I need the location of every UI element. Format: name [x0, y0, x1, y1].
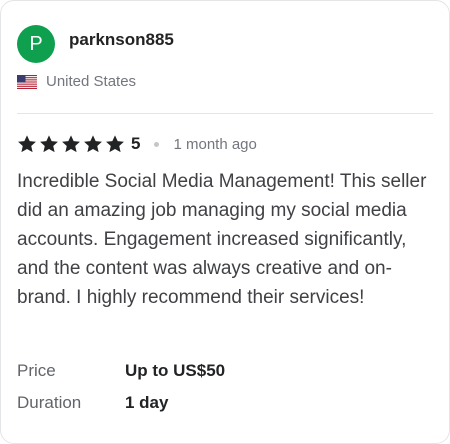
reviewer-header: P parknson885 — [17, 25, 174, 63]
duration-label: Duration — [17, 393, 82, 412]
country-name: United States — [46, 73, 137, 90]
reviewer-username[interactable]: parknson885 — [69, 30, 174, 50]
star-icon — [62, 135, 80, 153]
price-row: Price Up to US$50 — [17, 361, 225, 381]
price-value: Up to US$50 — [125, 361, 226, 380]
star-icon — [84, 135, 102, 153]
separator-dot — [154, 141, 160, 147]
reviewer-country: United States — [17, 73, 136, 90]
star-icon — [40, 135, 58, 153]
duration-value: 1 day — [125, 393, 169, 412]
duration-row: Duration 1 day — [17, 393, 168, 413]
divider — [17, 113, 433, 114]
review-text: Incredible Social Media Management! This… — [17, 171, 427, 308]
review-card: P parknson885 United States 5 1 month ag… — [0, 0, 450, 444]
rating-row: 5 1 month ago — [17, 133, 257, 155]
review-time: 1 month ago — [173, 135, 257, 153]
us-flag-icon — [17, 74, 37, 89]
price-label: Price — [17, 361, 56, 380]
star-icon — [18, 135, 36, 153]
star-rating — [17, 134, 127, 154]
star-icon — [106, 135, 124, 153]
rating-value: 5 — [131, 134, 141, 153]
avatar[interactable]: P — [17, 25, 55, 63]
